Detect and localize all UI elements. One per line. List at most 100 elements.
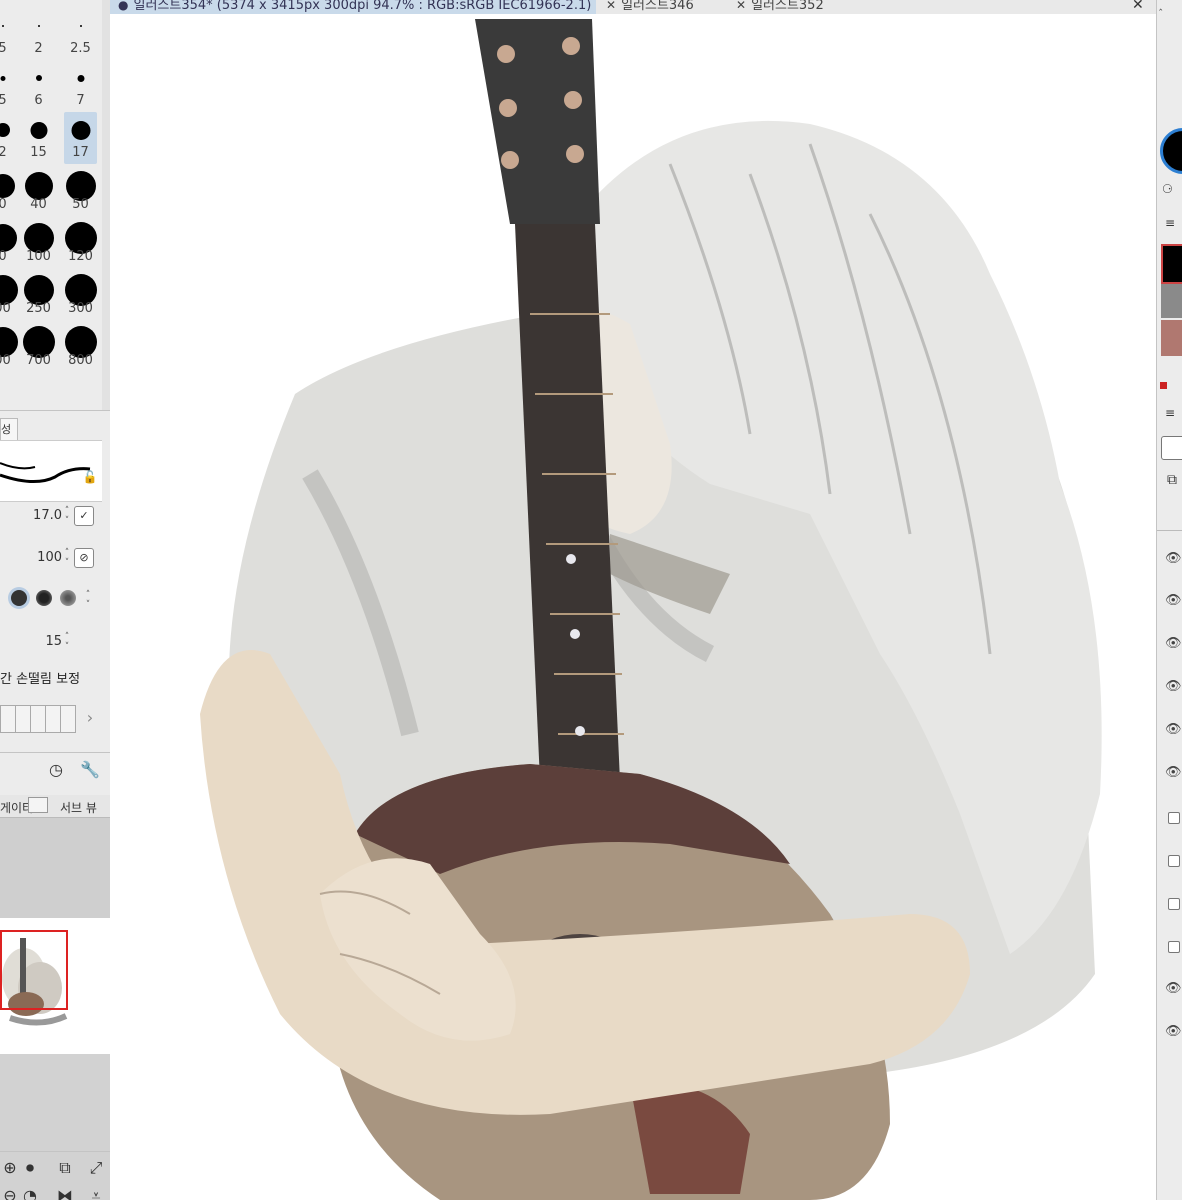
copy-layer-icon[interactable]: ⧉	[1167, 472, 1177, 488]
opacity-row: 100 ˄ ˅ ⊘	[0, 544, 102, 574]
chevron-up-icon[interactable]: ‸	[1159, 0, 1171, 14]
layer-visibility-checkbox[interactable]	[1168, 941, 1180, 953]
layer-visibility-eye-icon[interactable]: 👁	[1165, 981, 1182, 997]
stop-icon[interactable]: ⏺	[20, 1158, 40, 1178]
color-swatch-brown[interactable]	[1161, 320, 1182, 356]
pressure-toggle-icon[interactable]: ✓	[74, 506, 94, 526]
brush-size-preset[interactable]: 5	[0, 60, 19, 112]
shape-spinner[interactable]: ˄ ˅	[83, 590, 93, 610]
brush-size-spinner[interactable]: ˄ ˅	[62, 506, 72, 526]
brush-size-preset[interactable]: 5	[0, 8, 19, 60]
layer-visibility-checkbox[interactable]	[1168, 898, 1180, 910]
illustration-artwork	[200, 19, 1102, 1200]
brush-size-preset[interactable]: 0	[0, 216, 19, 268]
modified-dot-icon: ●	[118, 0, 129, 12]
opacity-spinner[interactable]: ˄ ˅	[62, 548, 72, 568]
wrench-icon[interactable]: 🔧	[80, 760, 100, 780]
layer-visibility-eye-icon[interactable]: 👁	[1165, 765, 1182, 781]
opacity-pressure-icon[interactable]: ⊘	[74, 548, 94, 568]
brush-size-preset[interactable]: 120	[64, 216, 97, 268]
brush-size-preset[interactable]: 40	[22, 164, 55, 216]
tab-document-active[interactable]: ● 일러스트354* (5374 x 3415px 300dpi 94.7% : …	[110, 0, 596, 14]
sub-view-icon	[28, 797, 48, 813]
navigator-preview[interactable]	[0, 818, 110, 1054]
flip-vertical-icon[interactable]: ⩡	[86, 1186, 106, 1200]
navigator-view-frame[interactable]	[0, 930, 68, 1010]
stab-level-4[interactable]	[45, 705, 61, 733]
brush-size-preset[interactable]: 15	[22, 112, 55, 164]
color-swatch-black[interactable]	[1161, 244, 1182, 284]
brush-size-preset[interactable]: 2.5	[64, 8, 97, 60]
flip-horizontal-icon[interactable]: ⧓	[55, 1186, 75, 1200]
brush-size-preset[interactable]: 250	[22, 268, 55, 320]
layer-visibility-eye-icon[interactable]: 👁	[1165, 636, 1182, 652]
stabilization-spinner[interactable]: ˄ ˅	[62, 632, 72, 652]
layer-visibility-eye-icon[interactable]: 👁	[1165, 722, 1182, 738]
tab-document-3[interactable]: ✕ 일러스트352	[728, 0, 854, 14]
brush-size-preset[interactable]: 00	[0, 320, 19, 372]
document-tab-bar: ● 일러스트354* (5374 x 3415px 300dpi 94.7% : …	[110, 0, 1156, 15]
brush-size-preset[interactable]: 100	[22, 216, 55, 268]
close-icon[interactable]: ✕	[1132, 0, 1144, 13]
brush-size-preset[interactable]: 0	[0, 164, 19, 216]
brush-size-preset[interactable]: 800	[64, 320, 97, 372]
brush-size-label: 00	[0, 301, 11, 316]
drawing-canvas[interactable]	[110, 14, 1156, 1200]
tab-label: 일러스트346	[621, 0, 694, 13]
brush-shape-blur[interactable]	[57, 587, 79, 609]
brush-size-preset[interactable]: 50	[64, 164, 97, 216]
brush-tip-dot-icon	[79, 25, 82, 27]
brush-size-preset[interactable]: 2	[22, 8, 55, 60]
timer-icon[interactable]: ◷	[46, 760, 66, 780]
layer-visibility-eye-icon[interactable]: 👁	[1165, 1024, 1182, 1040]
brush-size-preset[interactable]: 7	[64, 60, 97, 112]
close-icon[interactable]: ✕	[606, 0, 616, 12]
brush-size-preset[interactable]: 300	[64, 268, 97, 320]
rotate-icon[interactable]: ⊖	[0, 1186, 20, 1200]
brush-shape-hard[interactable]	[8, 587, 30, 609]
stab-level-5[interactable]	[60, 705, 76, 733]
brush-size-preset[interactable]: 6	[22, 60, 55, 112]
tab-sub-view[interactable]: 서브 뷰	[60, 799, 97, 816]
brush-tip-dot-icon	[24, 172, 53, 200]
brush-size-row: 522.5	[0, 8, 102, 60]
reset-rotation-icon[interactable]: ◔	[20, 1186, 40, 1200]
brush-size-preset[interactable]: 17	[64, 112, 97, 164]
menu-icon[interactable]: ≡	[1165, 406, 1175, 420]
brush-size-preset[interactable]: 700	[22, 320, 55, 372]
brush-size-label: 700	[26, 353, 51, 368]
close-icon[interactable]: ✕	[736, 0, 746, 12]
menu-icon[interactable]: ≡	[1165, 216, 1175, 230]
lock-icon[interactable]: 🔓	[80, 467, 100, 487]
layer-visibility-checkbox[interactable]	[1168, 855, 1180, 867]
navigator-tabs: 게이터 서브 뷰	[0, 795, 110, 818]
tab-document-2[interactable]: ✕ 일러스트346	[598, 0, 724, 14]
main-color-circle[interactable]	[1160, 128, 1182, 174]
brush-tip-dot-icon	[77, 74, 84, 82]
brush-size-preset[interactable]: 2	[0, 112, 19, 164]
brush-size-preset[interactable]: 00	[0, 268, 19, 320]
zoom-in-icon[interactable]: ⊕	[0, 1158, 20, 1178]
layer-visibility-eye-icon[interactable]: 👁	[1165, 593, 1182, 609]
chevron-right-icon[interactable]: ›	[80, 708, 100, 728]
stabilization-value[interactable]: 15	[45, 634, 62, 649]
brush-size-label: 250	[26, 301, 51, 316]
layer-visibility-eye-icon[interactable]: 👁	[1165, 679, 1182, 695]
brush-size-value[interactable]: 17.0	[33, 508, 62, 523]
opacity-value[interactable]: 100	[37, 550, 62, 565]
tool-property-tab[interactable]: 성	[0, 418, 18, 441]
new-layer-icon[interactable]	[1161, 436, 1182, 460]
layer-visibility-eye-icon[interactable]: 👁	[1165, 551, 1182, 567]
brush-grid-scrollbar[interactable]	[102, 0, 110, 410]
stab-level-2[interactable]	[15, 705, 31, 733]
swatch-fill	[1163, 246, 1182, 282]
brush-tip-dot-icon	[30, 121, 47, 139]
brush-shape-soft[interactable]	[33, 587, 55, 609]
stab-level-3[interactable]	[30, 705, 46, 733]
fullscreen-icon[interactable]: ⤢	[86, 1158, 106, 1178]
layer-visibility-checkbox[interactable]	[1168, 812, 1180, 824]
stab-level-1[interactable]	[0, 705, 16, 733]
color-swatch-gray[interactable]	[1161, 284, 1182, 318]
transparent-color-icon[interactable]: ⚆	[1162, 182, 1180, 196]
fit-view-icon[interactable]: ⧉	[55, 1158, 75, 1178]
